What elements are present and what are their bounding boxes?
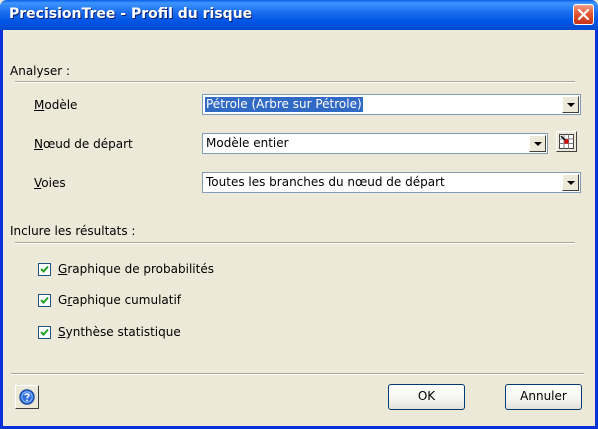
- dialog-window: PrecisionTree - Profil du risque Analyse…: [0, 0, 598, 429]
- ok-button[interactable]: OK: [388, 384, 465, 410]
- checkmark-icon: [40, 328, 49, 336]
- start-node-label-accel: N: [34, 137, 43, 151]
- results-separator: [15, 242, 575, 244]
- checkmark-icon: [40, 265, 49, 273]
- cumulative-chart-label-pre: G: [58, 293, 68, 307]
- cumulative-chart-label: Graphique cumulatif: [58, 293, 181, 307]
- probability-chart-label-accel: G: [58, 262, 68, 276]
- cumulative-chart-checkbox[interactable]: [38, 294, 51, 307]
- select-node-button[interactable]: [556, 131, 577, 152]
- start-node-label: Nœud de départ: [34, 137, 133, 151]
- help-button[interactable]: [15, 385, 39, 409]
- statistics-summary-label-accel: S: [58, 325, 66, 339]
- model-dropdown-arrow[interactable]: [562, 96, 579, 113]
- tree-select-icon: [559, 134, 574, 149]
- paths-label-rest: oies: [41, 176, 66, 190]
- statistics-summary-checkbox[interactable]: [38, 326, 51, 339]
- probability-chart-label-rest: raphique de probabilités: [67, 262, 214, 276]
- cancel-button[interactable]: Annuler: [505, 384, 582, 410]
- results-section-label: Inclure les résultats :: [10, 224, 136, 238]
- start-node-select[interactable]: Modèle entier: [202, 133, 548, 154]
- close-button[interactable]: [573, 4, 594, 25]
- start-node-select-value: Modèle entier: [206, 136, 289, 150]
- statistics-summary-label-rest: ynthèse statistique: [65, 325, 181, 339]
- paths-select[interactable]: Toutes les branches du nœud de départ: [202, 172, 581, 193]
- analyze-section-label: Analyser :: [10, 64, 71, 78]
- start-node-label-rest: œud de départ: [42, 137, 133, 151]
- model-select-value: Pétrole (Arbre sur Pétrole): [205, 97, 363, 112]
- start-node-dropdown-arrow[interactable]: [529, 135, 546, 152]
- close-icon: [578, 9, 589, 20]
- model-label-rest: odèle: [44, 98, 78, 112]
- paths-dropdown-arrow[interactable]: [562, 174, 579, 191]
- cumulative-chart-label-rest: aphique cumulatif: [72, 293, 182, 307]
- analyze-separator: [15, 81, 575, 83]
- statistics-summary-label: Synthèse statistique: [58, 325, 181, 339]
- model-select[interactable]: Pétrole (Arbre sur Pétrole): [202, 94, 581, 115]
- model-label: Modèle: [34, 98, 77, 112]
- window-title: PrecisionTree - Profil du risque: [9, 6, 253, 22]
- probability-chart-checkbox[interactable]: [38, 263, 51, 276]
- paths-label: Voies: [34, 176, 66, 190]
- probability-chart-label: Graphique de probabilités: [58, 262, 214, 276]
- checkmark-icon: [40, 296, 49, 304]
- title-bar[interactable]: PrecisionTree - Profil du risque: [0, 0, 598, 30]
- bottom-separator: [11, 373, 584, 375]
- help-icon: [19, 389, 35, 405]
- model-label-accel: M: [34, 98, 45, 112]
- paths-select-value: Toutes les branches du nœud de départ: [206, 175, 445, 189]
